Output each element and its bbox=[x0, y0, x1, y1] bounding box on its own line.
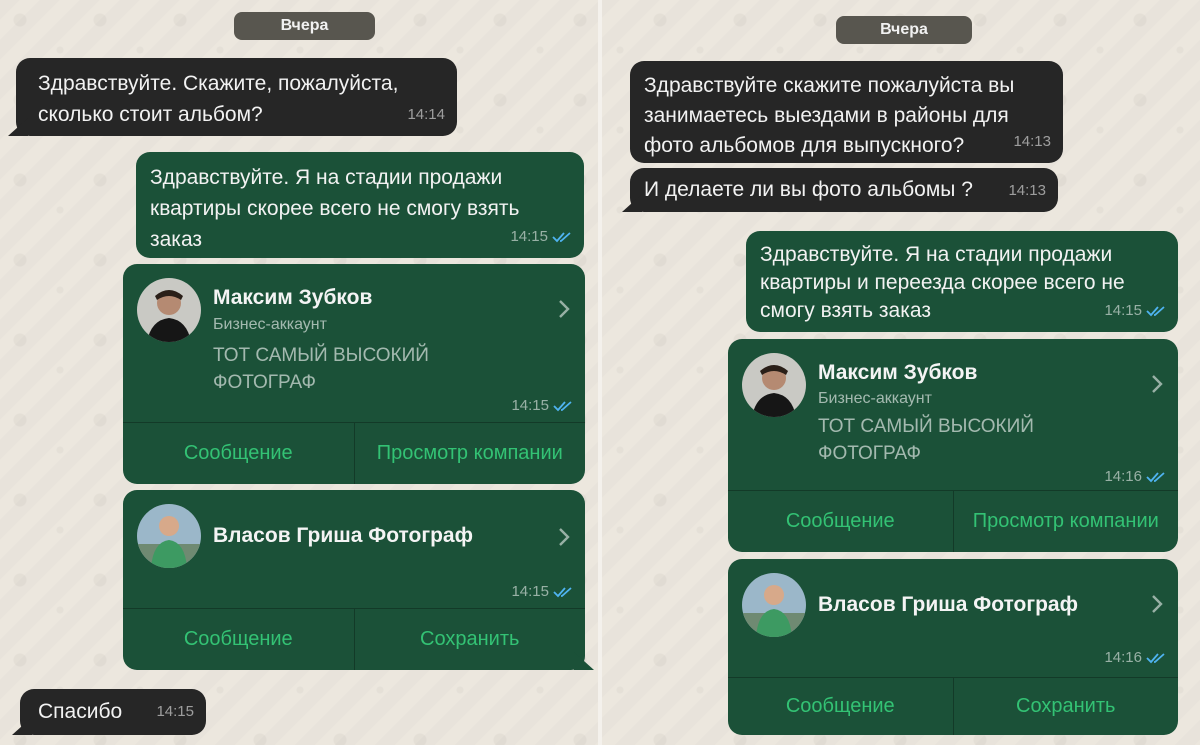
incoming-message[interactable]: Здравствуйте. Скажите, пожалуйста, сколь… bbox=[16, 58, 457, 136]
message-text: Здравствуйте. Я на стадии продажи кварти… bbox=[760, 243, 1125, 322]
outgoing-message[interactable]: Здравствуйте. Я на стадии продажи кварти… bbox=[746, 231, 1178, 332]
contact-subtitle: Бизнес-аккаунт bbox=[818, 390, 932, 407]
message-time: 14:13 bbox=[1008, 182, 1046, 199]
save-button[interactable]: Сохранить bbox=[353, 609, 586, 670]
avatar[interactable] bbox=[137, 504, 201, 568]
message-text: И делаете ли вы фото альбомы ? bbox=[644, 178, 973, 201]
card-actions: Сообщение Просмотр компании bbox=[123, 422, 585, 484]
message-time: 14:13 bbox=[1013, 133, 1051, 150]
chevron-right-icon[interactable] bbox=[557, 526, 571, 548]
card-actions: Сообщение Сохранить bbox=[123, 608, 585, 670]
contact-name: Максим Зубков bbox=[818, 361, 978, 384]
message-time: 14:16 bbox=[1104, 468, 1166, 485]
message-button[interactable]: Сообщение bbox=[123, 609, 354, 670]
incoming-message[interactable]: Спасибо 14:15 bbox=[20, 689, 206, 735]
double-check-icon bbox=[552, 231, 571, 242]
message-button[interactable]: Сообщение bbox=[728, 491, 953, 552]
message-time: 14:15 bbox=[510, 221, 572, 252]
double-check-icon bbox=[1146, 471, 1165, 482]
chevron-right-icon[interactable] bbox=[557, 298, 571, 320]
avatar[interactable] bbox=[742, 353, 806, 417]
double-check-icon bbox=[553, 400, 572, 411]
card-actions: Сообщение Просмотр компании bbox=[728, 490, 1178, 552]
incoming-message[interactable]: Здравствуйте скажите пожалуйста вы заним… bbox=[630, 61, 1063, 163]
double-check-icon bbox=[1146, 305, 1165, 316]
avatar[interactable] bbox=[137, 278, 201, 342]
message-time: 14:14 bbox=[407, 106, 445, 123]
chat-panel-right: Вчера Здравствуйте скажите пожалуйста вы… bbox=[600, 0, 1200, 745]
message-time: 14:15 bbox=[156, 703, 194, 720]
contact-card[interactable]: Власов Гриша Фотограф 14:16 Сообщение Со… bbox=[728, 559, 1178, 735]
message-button[interactable]: Сообщение bbox=[728, 678, 953, 735]
contact-name: Власов Гриша Фотограф bbox=[213, 524, 473, 547]
contact-card[interactable]: Максим Зубков Бизнес-аккаунт ТОТ САМЫЙ В… bbox=[728, 339, 1178, 552]
chat-panel-left: Вчера Здравствуйте. Скажите, пожалуйста,… bbox=[0, 0, 600, 745]
message-time: 14:15 bbox=[1104, 295, 1166, 326]
double-check-icon bbox=[1146, 652, 1165, 663]
outgoing-message[interactable]: Здравствуйте. Я на стадии продажи кварти… bbox=[136, 152, 584, 258]
message-button[interactable]: Сообщение bbox=[123, 423, 354, 484]
contact-description: ТОТ САМЫЙ ВЫСОКИЙ ФОТОГРАФ bbox=[213, 345, 429, 393]
message-time: 14:15 bbox=[511, 397, 573, 414]
message-time: 14:16 bbox=[1104, 649, 1166, 666]
view-company-button[interactable]: Просмотр компании bbox=[353, 423, 586, 484]
incoming-message[interactable]: И делаете ли вы фото альбомы ? 14:13 bbox=[630, 168, 1058, 212]
contact-description: ТОТ САМЫЙ ВЫСОКИЙ ФОТОГРАФ bbox=[818, 416, 1034, 464]
avatar[interactable] bbox=[742, 573, 806, 637]
contact-subtitle: Бизнес-аккаунт bbox=[213, 316, 327, 333]
message-text: Здравствуйте скажите пожалуйста вы заним… bbox=[644, 74, 1015, 157]
contact-card[interactable]: Максим Зубков Бизнес-аккаунт ТОТ САМЫЙ В… bbox=[123, 264, 585, 484]
message-text: Здравствуйте. Скажите, пожалуйста, сколь… bbox=[38, 72, 399, 126]
contact-name: Власов Гриша Фотограф bbox=[818, 593, 1078, 616]
date-separator: Вчера bbox=[234, 12, 375, 40]
view-company-button[interactable]: Просмотр компании bbox=[952, 491, 1179, 552]
message-text: Здравствуйте. Я на стадии продажи кварти… bbox=[150, 166, 520, 251]
date-separator: Вчера bbox=[836, 16, 972, 44]
contact-name: Максим Зубков bbox=[213, 286, 373, 309]
card-actions: Сообщение Сохранить bbox=[728, 677, 1178, 735]
contact-card[interactable]: Власов Гриша Фотограф 14:15 Сообщение Со… bbox=[123, 490, 585, 670]
double-check-icon bbox=[553, 586, 572, 597]
message-time: 14:15 bbox=[511, 583, 573, 600]
save-button[interactable]: Сохранить bbox=[952, 678, 1179, 735]
chevron-right-icon[interactable] bbox=[1150, 373, 1164, 395]
chevron-right-icon[interactable] bbox=[1150, 593, 1164, 615]
